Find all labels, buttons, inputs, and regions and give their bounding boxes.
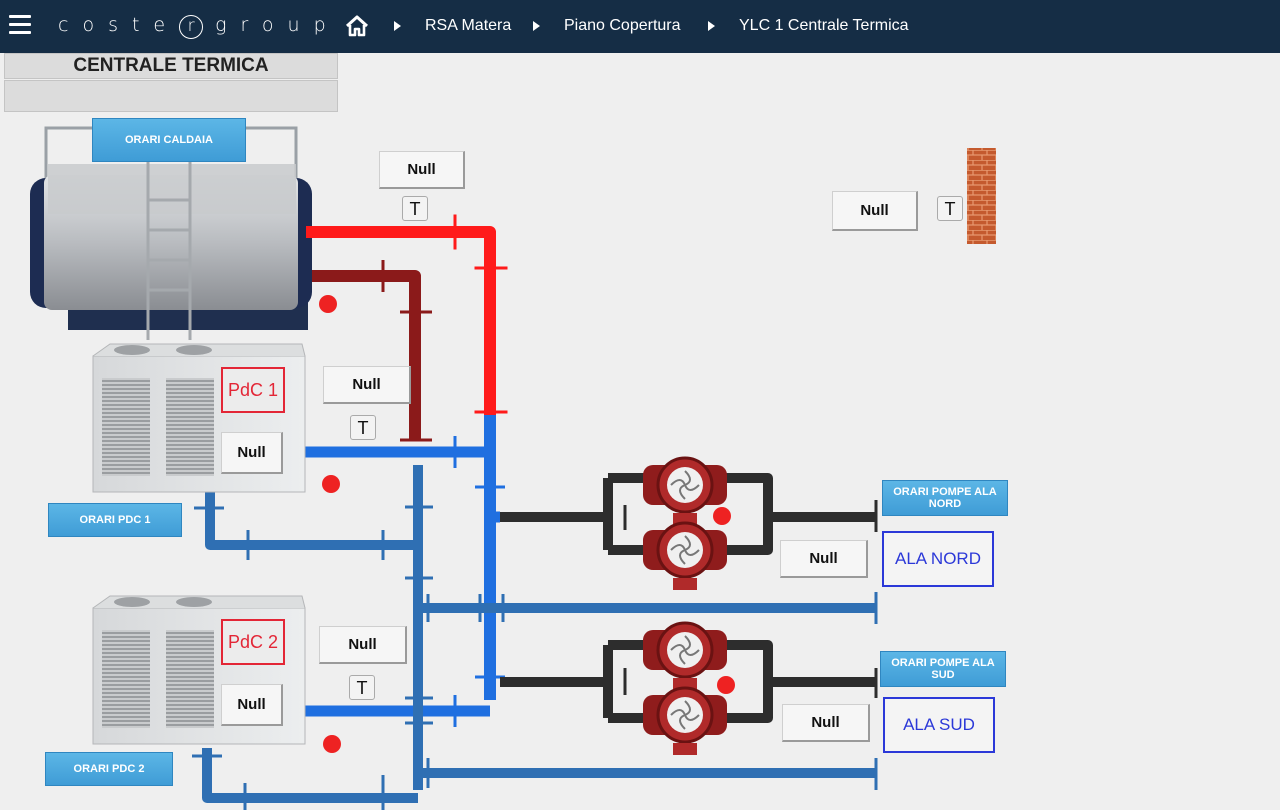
orari-pdc2-button[interactable]: ORARI PDC 2 bbox=[45, 752, 173, 786]
pdc2-supply-temp-value: Null bbox=[319, 626, 407, 664]
pdc1-label[interactable]: PdC 1 bbox=[221, 367, 285, 413]
temperature-sensor-icon[interactable]: T bbox=[349, 675, 375, 700]
pdc2-status-value: Null bbox=[221, 684, 283, 726]
alarm-indicator-icon bbox=[717, 676, 735, 694]
orari-pdc1-button[interactable]: ORARI PDC 1 bbox=[48, 503, 182, 537]
boiler-supply-temp-value: Null bbox=[379, 151, 465, 189]
alarm-indicator-icon bbox=[319, 295, 337, 313]
orari-pompe-nord-button[interactable]: ORARI POMPE ALA NORD bbox=[882, 480, 1008, 516]
pumps-nord-value: Null bbox=[780, 540, 868, 578]
supply-pipes bbox=[305, 415, 505, 727]
alarm-indicator-icon bbox=[713, 507, 731, 525]
pdc1-supply-temp-value: Null bbox=[323, 366, 411, 404]
outdoor-temp-value: Null bbox=[832, 191, 918, 231]
alarm-indicator-icon bbox=[322, 475, 340, 493]
ala-nord-button[interactable]: ALA NORD bbox=[882, 531, 994, 587]
pdc1-status-value: Null bbox=[221, 432, 283, 474]
temperature-sensor-icon[interactable]: T bbox=[350, 415, 376, 440]
orari-caldaia-button[interactable]: ORARI CALDAIA bbox=[92, 118, 246, 162]
ala-sud-button[interactable]: ALA SUD bbox=[883, 697, 995, 753]
pdc2-label[interactable]: PdC 2 bbox=[221, 619, 285, 665]
temperature-sensor-icon[interactable]: T bbox=[402, 196, 428, 221]
temperature-sensor-icon[interactable]: T bbox=[937, 196, 963, 221]
outdoor-wall-icon bbox=[967, 148, 996, 244]
pumps-sud-value: Null bbox=[782, 704, 870, 742]
orari-pompe-sud-button[interactable]: ORARI POMPE ALA SUD bbox=[880, 651, 1006, 687]
return-pipe bbox=[312, 260, 432, 442]
alarm-indicator-icon bbox=[323, 735, 341, 753]
